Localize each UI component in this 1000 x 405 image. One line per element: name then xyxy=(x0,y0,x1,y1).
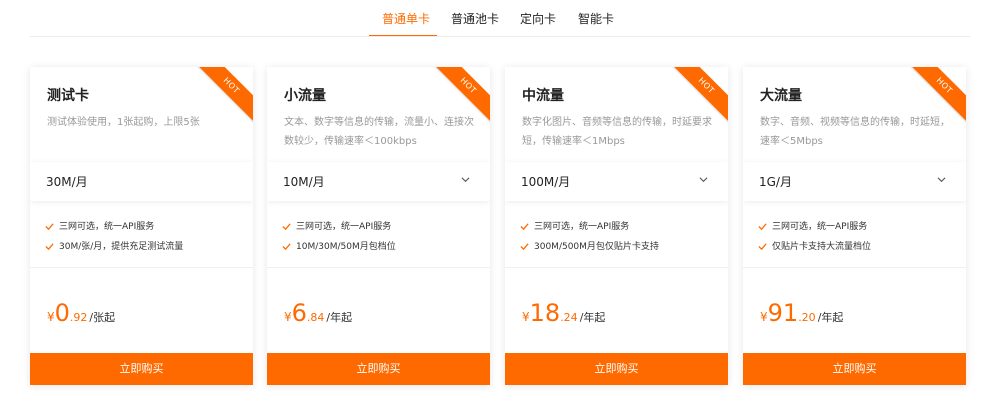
traffic-select-value: 10M/月 xyxy=(283,175,325,189)
buy-button[interactable]: 立即购买 xyxy=(743,353,966,385)
buy-button[interactable]: 立即购买 xyxy=(267,353,490,385)
feature-item: 三网可选，统一API服务 xyxy=(45,218,245,236)
feature-item: 三网可选，统一API服务 xyxy=(758,218,958,236)
check-icon xyxy=(45,223,54,231)
feature-text: 仅贴片卡支持大流量档位 xyxy=(772,242,872,252)
tabs-divider xyxy=(30,36,970,37)
feature-list: 三网可选，统一API服务 10M/30M/50M月包档位 xyxy=(282,218,482,258)
card-divider xyxy=(267,267,490,268)
traffic-select[interactable]: 1G/月 xyxy=(743,162,966,201)
check-icon xyxy=(282,243,291,251)
price-decimal: .20 xyxy=(798,311,816,324)
check-icon xyxy=(520,223,529,231)
card-description: 数字化图片、音频等信息的传输，时延要求短，传输速率＜1Mbps xyxy=(522,117,712,147)
feature-text: 三网可选，统一API服务 xyxy=(534,222,630,232)
traffic-select[interactable]: 100M/月 xyxy=(505,162,728,201)
feature-item: 三网可选，统一API服务 xyxy=(520,218,720,236)
price: ¥91.20/年起 xyxy=(760,299,843,327)
price-unit: /年起 xyxy=(326,311,353,324)
card-divider xyxy=(505,267,728,268)
price-decimal: .24 xyxy=(560,311,578,324)
card-description: 测试体验使用，1张起购，上限5张 xyxy=(47,117,200,128)
chevron-down-icon xyxy=(461,177,470,183)
feature-item: 300M/500M月包仅贴片卡支持 xyxy=(520,238,720,256)
card-title: 测试卡 xyxy=(47,88,89,104)
price-integer: 91 xyxy=(767,299,799,327)
price-unit: /张起 xyxy=(89,311,116,324)
buy-button[interactable]: 立即购买 xyxy=(30,353,253,385)
feature-list: 三网可选，统一API服务 30M/张/月，提供充足测试流量 xyxy=(45,218,245,258)
card-divider xyxy=(30,267,253,268)
traffic-select-value: 30M/月 xyxy=(46,175,88,189)
chevron-down-icon xyxy=(699,177,708,183)
card-title: 小流量 xyxy=(284,88,326,104)
card-title: 大流量 xyxy=(760,88,802,104)
price-decimal: .92 xyxy=(69,311,88,324)
check-icon xyxy=(282,223,291,231)
price-decimal: .84 xyxy=(306,311,325,324)
feature-list: 三网可选，统一API服务 300M/500M月包仅贴片卡支持 xyxy=(520,218,720,258)
plan-card-large: HOT 大流量 数字、音频、视频等信息的传输，时延短，速率＜5Mbps 1G/月… xyxy=(743,67,966,385)
feature-list: 三网可选，统一API服务 仅贴片卡支持大流量档位 xyxy=(758,218,958,258)
price-currency: ¥ xyxy=(760,310,768,324)
traffic-select[interactable]: 10M/月 xyxy=(267,162,490,201)
feature-text: 三网可选，统一API服务 xyxy=(59,222,155,232)
feature-item: 三网可选，统一API服务 xyxy=(282,218,482,236)
feature-text: 30M/张/月，提供充足测试流量 xyxy=(59,242,184,252)
feature-text: 10M/30M/50M月包档位 xyxy=(296,242,396,252)
price-currency: ¥ xyxy=(522,310,530,324)
tab-smart[interactable]: 智能卡 xyxy=(578,10,614,27)
plan-tabs: 普通单卡 普通池卡 定向卡 智能卡 xyxy=(0,0,1000,37)
traffic-select-value: 100M/月 xyxy=(521,175,571,189)
price: ¥0.92/张起 xyxy=(47,299,115,327)
plan-card-small: HOT 小流量 文本、数字等信息的传输，流量小、连接次数较少，传输速率＜100k… xyxy=(267,67,490,385)
feature-item: 仅贴片卡支持大流量档位 xyxy=(758,238,958,256)
feature-item: 10M/30M/50M月包档位 xyxy=(282,238,482,256)
card-description: 数字、音频、视频等信息的传输，时延短，速率＜5Mbps xyxy=(760,117,950,147)
check-icon xyxy=(758,243,767,251)
price: ¥18.24/年起 xyxy=(522,299,605,327)
feature-text: 三网可选，统一API服务 xyxy=(296,222,392,232)
card-description: 文本、数字等信息的传输，流量小、连接次数较少，传输速率＜100kbps xyxy=(284,117,474,147)
price-integer: 0 xyxy=(54,299,70,327)
check-icon xyxy=(45,243,54,251)
plan-card-medium: HOT 中流量 数字化图片、音频等信息的传输，时延要求短，传输速率＜1Mbps … xyxy=(505,67,728,385)
traffic-select-value: 1G/月 xyxy=(759,175,792,189)
tab-regular-single[interactable]: 普通单卡 xyxy=(382,10,430,27)
price-integer: 18 xyxy=(529,299,561,327)
plan-card-test: HOT 测试卡 测试体验使用，1张起购，上限5张 30M/月 三网可选，统一AP… xyxy=(30,67,253,385)
feature-text: 300M/500M月包仅贴片卡支持 xyxy=(534,242,659,252)
price-integer: 6 xyxy=(291,299,307,327)
tab-directional[interactable]: 定向卡 xyxy=(520,10,556,27)
tab-regular-pool[interactable]: 普通池卡 xyxy=(451,10,499,27)
traffic-select[interactable]: 30M/月 xyxy=(30,162,253,201)
check-icon xyxy=(758,223,767,231)
check-icon xyxy=(520,243,529,251)
chevron-down-icon xyxy=(937,177,946,183)
price-currency: ¥ xyxy=(47,310,55,324)
feature-text: 三网可选，统一API服务 xyxy=(772,222,868,232)
price-unit: /年起 xyxy=(579,311,606,324)
price-currency: ¥ xyxy=(284,310,292,324)
buy-button[interactable]: 立即购买 xyxy=(505,353,728,385)
card-divider xyxy=(743,267,966,268)
feature-item: 30M/张/月，提供充足测试流量 xyxy=(45,238,245,256)
card-title: 中流量 xyxy=(522,88,564,104)
price-unit: /年起 xyxy=(817,311,844,324)
price: ¥6.84/年起 xyxy=(284,299,352,327)
